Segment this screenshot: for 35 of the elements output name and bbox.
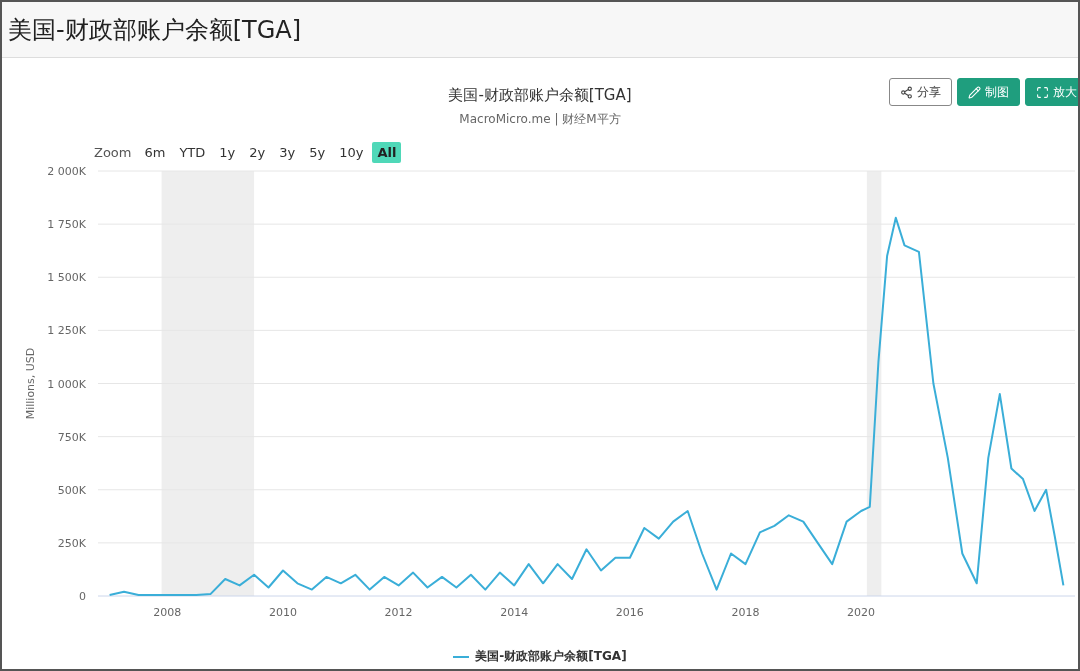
expand-icon [1036,85,1049,99]
x-tick-label: 2020 [847,606,876,619]
range-button[interactable]: YTD [174,142,211,163]
y-tick-label: 750K [57,430,86,444]
page-title: 美国-财政部账户余额[TGA] [8,14,302,46]
range-button[interactable]: All [372,142,402,163]
share-icon [900,85,913,99]
zoom-label: Zoom [94,145,132,160]
chart-title: 美国-财政部账户余额[TGA] [448,86,632,105]
range-button[interactable]: 5y [304,142,331,163]
y-tick-label: 2 000K [47,165,86,178]
x-tick-label: 2008 [153,606,182,619]
y-tick-label: 250K [57,536,86,550]
y-axis-title: Millions, USD [24,347,37,420]
x-tick-label: 2014 [500,606,529,619]
x-tick-label: 2010 [269,606,297,619]
y-tick-label: 1 000K [47,377,86,391]
y-tick-label: 0 [79,590,86,603]
y-tick-label: 1 750K [47,218,86,232]
x-tick-label: 2018 [731,606,760,619]
range-button[interactable]: 3y [274,142,301,163]
chart-subtitle: MacroMicro.me | 财经M平方 [459,111,621,128]
x-tick-label: 2012 [384,606,413,619]
legend-label[interactable]: 美国-财政部账户余额[TGA] [475,648,627,665]
x-tick-label: 2016 [615,606,644,619]
range-button[interactable]: 2y [244,142,271,163]
y-tick-label: 1 500K [47,271,86,285]
pencil-icon [968,85,981,99]
range-button[interactable]: 6m [139,142,171,163]
share-button[interactable]: 分享 [889,78,952,106]
legend-line [453,655,470,658]
range-button[interactable]: 1y [214,142,241,163]
y-tick-label: 500K [57,483,86,497]
y-tick-label: 1 250K [47,324,86,338]
range-button[interactable]: 10y [334,142,369,163]
